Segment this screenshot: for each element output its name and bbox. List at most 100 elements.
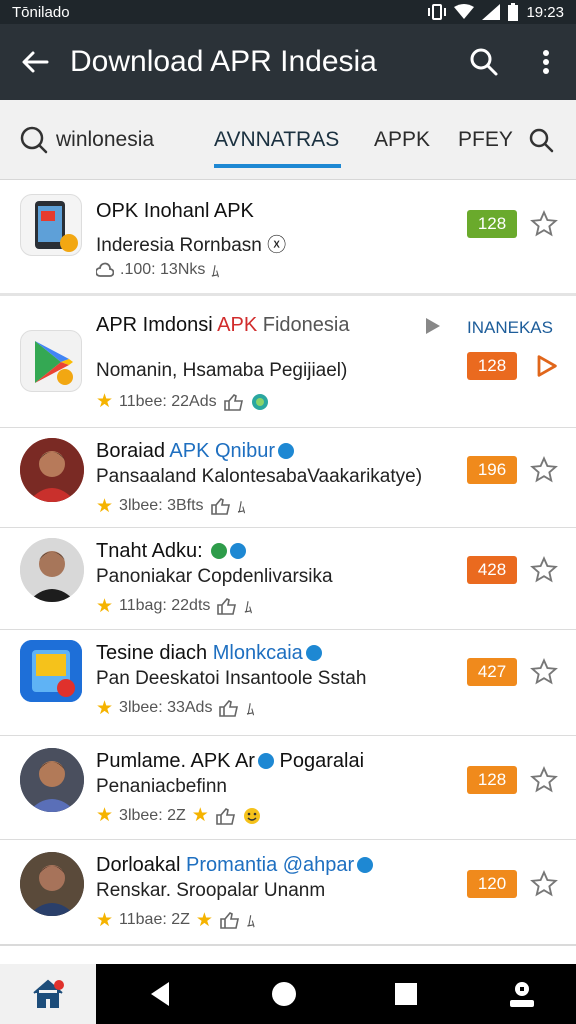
item-meta-text: 11bae: 2Z — [119, 911, 190, 928]
item-meta: ★ 11bag: 22dts ﾑ — [96, 594, 252, 618]
avatar — [20, 748, 84, 812]
item-meta-text: 3lbee: 2Z — [119, 806, 186, 824]
score-badge: 120 — [467, 870, 517, 898]
nav-profile-button[interactable] — [492, 964, 552, 1024]
verified-green-icon — [211, 543, 228, 559]
verified-badge-icon — [357, 857, 374, 873]
item-name-part: Pumlame. APK Ar — [96, 750, 255, 772]
list-item[interactable]: Tnaht Adku: Panoniakar Copdenlivarsika ★… — [0, 528, 576, 630]
star-outline-icon[interactable] — [530, 870, 558, 898]
rating-star-icon: ★ — [96, 595, 114, 617]
item-subtitle: Penaniacbefinn — [96, 776, 227, 797]
tablet-app-icon — [20, 640, 82, 702]
item-name-highlight: APK Qnibur — [169, 440, 275, 462]
item-meta-text: 3lbee: 3Bfts — [119, 497, 204, 514]
item-name: Pumlame. APK Ar Pogaralai — [96, 750, 364, 773]
list-item[interactable]: OPK Inohanl APK Inderesia Rornbasn ⓧ .10… — [0, 180, 576, 296]
tab-search-label: winlonesia — [56, 128, 155, 151]
item-name: Boraiad APK Qnibur — [96, 440, 294, 463]
side-label[interactable]: INANEKAS — [467, 318, 553, 338]
item-name-highlight: Mlonkcaia — [212, 642, 303, 664]
battery-icon — [508, 3, 519, 21]
status-carrier: Tōnilado — [12, 3, 70, 21]
app-icon — [20, 640, 82, 702]
tab-pfey[interactable]: PFEY — [458, 100, 513, 180]
item-name-tail: Pogaralai — [279, 750, 365, 772]
status-icons: 19:23 — [428, 3, 564, 21]
thumbs-up-icon — [219, 700, 239, 717]
list-item[interactable]: APR Imdonsi APK Fidonesia INANEKAS Noman… — [0, 296, 576, 428]
verified-badge-icon — [230, 543, 247, 559]
person-avatar-icon — [20, 852, 84, 916]
page-title: Download APR Indesia — [70, 45, 377, 78]
nav-back-button[interactable] — [130, 964, 190, 1024]
list-item[interactable]: Pumlame. APK Ar Pogaralai Penaniacbefinn… — [0, 736, 576, 840]
rating-star-icon: ★ — [96, 495, 114, 517]
play-store-icon — [35, 341, 73, 385]
star-outline-icon[interactable] — [530, 556, 558, 584]
item-meta-text: 11bag: 22dts — [119, 597, 211, 614]
score-badge: 427 — [467, 658, 517, 686]
home-tab[interactable] — [0, 964, 96, 1024]
avatar — [20, 438, 84, 502]
tab-search-button[interactable] — [528, 100, 554, 180]
star-outline-icon[interactable] — [530, 766, 558, 794]
item-name: Tnaht Adku: — [96, 540, 247, 563]
emoji-icon — [243, 807, 260, 824]
item-subtitle: Panoniakar Copdenlivarsika — [96, 566, 333, 587]
thumbs-up-icon — [216, 807, 235, 825]
cloud-icon — [96, 262, 114, 277]
thumbs-up-icon — [210, 498, 230, 515]
app-icon — [20, 194, 82, 256]
list-item[interactable]: Tesine diach Mlonkcaia Pan Deeskatoi Ins… — [0, 630, 576, 736]
star-outline-icon[interactable] — [530, 456, 558, 484]
rating-star-icon: ★ — [195, 909, 213, 931]
tab-search[interactable]: winlonesia — [20, 100, 154, 180]
tab-appk-label: APPK — [374, 128, 431, 151]
tab-appk[interactable]: APPK — [374, 100, 430, 180]
item-subtitle: Inderesia Rornbasn ⓧ — [96, 235, 287, 256]
score-badge: 128 — [467, 352, 517, 380]
verified-badge-icon — [305, 645, 322, 661]
tab-avnnatras[interactable]: AVNNATRAS — [214, 100, 339, 180]
nav-home-button[interactable] — [254, 964, 314, 1024]
list-item[interactable]: Boraiad APK Qnibur Pansaaland Kalontesab… — [0, 428, 576, 528]
status-time: 19:23 — [526, 3, 564, 21]
play-outline-icon[interactable] — [532, 352, 560, 380]
tab-avnnatras-label: AVNNATRAS — [214, 128, 340, 151]
active-tab-indicator — [214, 164, 341, 168]
status-bar: Tōnilado 19:23 — [0, 0, 576, 24]
item-subtitle: Nomanin, Hsamaba Pegijiael) — [96, 360, 348, 381]
item-name-part: Boraiad — [96, 440, 165, 462]
item-name-part: Dorloakal — [96, 854, 181, 876]
tab-pfey-label: PFEY — [458, 128, 513, 151]
rating-star-icon: ★ — [96, 697, 114, 719]
play-triangle-icon[interactable] — [424, 316, 442, 336]
next-item-peek — [0, 944, 576, 964]
thumbs-up-icon — [220, 912, 239, 929]
score-badge: 428 — [467, 556, 517, 584]
nav-recents-icon — [395, 983, 417, 1005]
nav-recents-button[interactable] — [376, 964, 436, 1024]
item-meta-text: 3lbee: 33Ads — [119, 699, 213, 716]
item-name-part: Tnaht Adku: — [96, 540, 203, 562]
profile-icon — [510, 982, 534, 1007]
star-outline-icon[interactable] — [530, 658, 558, 686]
person-avatar-icon — [20, 748, 84, 812]
list-item[interactable]: Dorloakal Promantia @ahpar Renskar. Sroo… — [0, 840, 576, 942]
app-bar: Download APR Indesia — [0, 24, 576, 100]
person-avatar-icon — [20, 438, 84, 502]
item-meta-text: .100: 13Nks — [120, 261, 206, 278]
item-meta-tail: ﾑ — [244, 600, 253, 617]
avatar — [20, 852, 84, 916]
item-name-highlight: Promantia @ahpar — [186, 854, 355, 876]
more-options-button[interactable] — [516, 24, 576, 100]
item-name-part: APR Imdonsi — [96, 314, 213, 336]
back-arrow-icon — [22, 51, 49, 73]
wifi-icon — [454, 4, 475, 19]
star-outline-icon[interactable] — [530, 210, 558, 238]
item-meta: ★ 3lbee: 2Z ★ — [96, 804, 261, 827]
back-button[interactable] — [0, 24, 70, 100]
item-subtitle: Pan Deeskatoi Insantoole Sstah — [96, 668, 367, 689]
search-button[interactable] — [452, 24, 516, 100]
